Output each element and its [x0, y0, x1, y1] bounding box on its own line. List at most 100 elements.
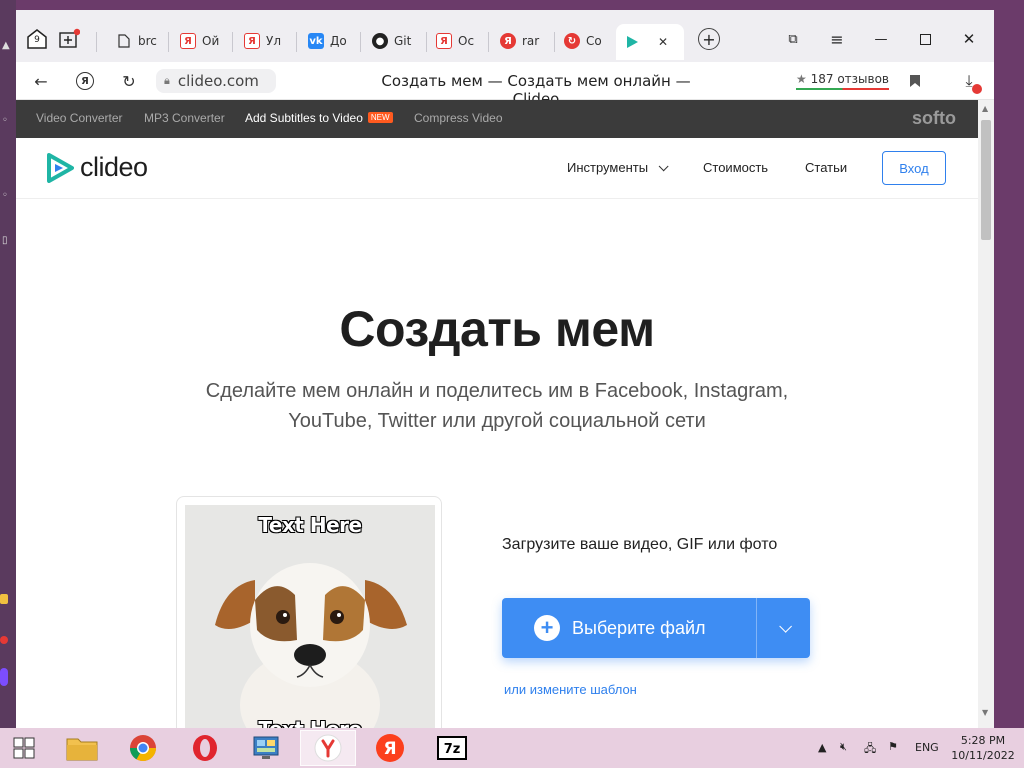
- taskbar-explorer[interactable]: [54, 730, 110, 766]
- network-icon[interactable]: 🖧: [864, 740, 876, 759]
- url-field[interactable]: 🔒︎ clideo.com: [156, 69, 276, 93]
- link-mp3-converter[interactable]: MP3 Converter: [144, 111, 225, 125]
- tab-yandex-3[interactable]: Я Ос: [436, 28, 482, 54]
- opera-icon: [193, 735, 217, 761]
- choose-file-label: Выберите файл: [572, 617, 706, 638]
- taskbar-control-panel[interactable]: [238, 730, 294, 766]
- bookmarks-panel-button[interactable]: ⧉: [780, 26, 806, 52]
- tab-label: До: [330, 34, 347, 48]
- clock[interactable]: 5:28 PM 10/11/2022: [950, 733, 1016, 763]
- tab-separator: [426, 32, 427, 52]
- desktop-icon: ▯: [2, 235, 8, 246]
- new-tab-button[interactable]: +: [696, 26, 722, 52]
- minimize-button[interactable]: —: [868, 26, 894, 52]
- desktop-icon: ▲: [2, 40, 10, 51]
- desktop-badge: [0, 594, 8, 604]
- tab-yandex-1[interactable]: Я Ой: [180, 28, 226, 54]
- clock-time: 5:28 PM: [960, 734, 1006, 747]
- yandex-button[interactable]: Я: [74, 70, 96, 92]
- taskbar-yandex-browser[interactable]: [300, 730, 356, 766]
- plus-circle-icon: +: [534, 615, 560, 641]
- maximize-button[interactable]: [912, 26, 938, 52]
- tab-yandex-2[interactable]: Я Ул: [244, 28, 290, 54]
- folder-icon: [66, 738, 98, 761]
- downloads-button[interactable]: ⤓: [958, 70, 982, 94]
- tab-label: Ос: [458, 34, 475, 48]
- tab-label: Ой: [202, 34, 220, 48]
- close-icon: ✕: [962, 30, 976, 48]
- reviews-button[interactable]: ★ 187 отзывов: [796, 72, 889, 90]
- reload-button[interactable]: ↻: [118, 70, 140, 92]
- refresh-badge-icon: ↻: [564, 33, 580, 49]
- tab-separator: [360, 32, 361, 52]
- tray-overflow-icon[interactable]: ▲: [818, 741, 826, 754]
- link-add-subtitles[interactable]: Add Subtitles to Video NEW: [245, 111, 393, 125]
- home-tabs-button[interactable]: 9: [24, 26, 50, 52]
- tab-yandex-4[interactable]: Я rar: [500, 28, 548, 54]
- taskbar-7zip[interactable]: 7z: [424, 730, 480, 766]
- page-scrollbar[interactable]: ▲ ▼: [978, 100, 994, 728]
- taskbar-yandex[interactable]: Я: [362, 730, 418, 766]
- tab-separator: [168, 32, 169, 52]
- tab-clideo-active[interactable]: ✕: [616, 24, 684, 60]
- github-icon: ●: [372, 33, 388, 49]
- upload-options-dropdown[interactable]: [757, 598, 810, 658]
- scroll-down-icon[interactable]: ▼: [982, 708, 988, 717]
- choose-file-button[interactable]: + Выберите файл: [502, 598, 756, 658]
- bookmark-panel-icon: ⧉: [788, 31, 798, 47]
- tab-bar: 9 brc Я Ой Я Ул vk До ● Git Я Ос Я rar ↻…: [16, 10, 994, 62]
- maximize-icon: [919, 33, 931, 45]
- taskbar-chrome[interactable]: [115, 730, 171, 766]
- address-bar: ← Я ↻ 🔒︎ clideo.com Создать мем — Создат…: [16, 62, 994, 108]
- input-language[interactable]: ENG: [915, 741, 939, 754]
- volume-muted-icon[interactable]: 🔇︎: [840, 740, 847, 754]
- menu-button[interactable]: ≡: [824, 26, 850, 52]
- back-button[interactable]: ←: [30, 70, 52, 92]
- hero-title: Создать мем: [339, 301, 655, 357]
- tab-github[interactable]: ● Git: [372, 28, 420, 54]
- new-badge: NEW: [367, 112, 393, 123]
- link-compress-video[interactable]: Compress Video: [414, 111, 503, 125]
- desktop-edge: ▲ ◦ ◦ ▯: [0, 0, 16, 730]
- yandex-browser-icon: [314, 734, 342, 762]
- svg-text:Я: Я: [383, 739, 396, 759]
- tab-close-icon[interactable]: ✕: [658, 35, 668, 49]
- yandex-icon: Я: [244, 33, 260, 49]
- close-window-button[interactable]: ✕: [956, 26, 982, 52]
- bookmark-icon: [910, 75, 920, 87]
- nav-pricing[interactable]: Стоимость: [703, 160, 768, 175]
- tab-label: rar: [522, 34, 540, 48]
- new-group-button[interactable]: [56, 26, 82, 52]
- desktop-icon: ◦: [2, 190, 8, 201]
- login-button[interactable]: Вход: [882, 151, 946, 185]
- softo-logo[interactable]: softo: [912, 108, 956, 129]
- nav-tools[interactable]: Инструменты: [567, 160, 669, 175]
- windows-icon: [13, 737, 35, 759]
- taskbar: Я 7z ▲ 🔇︎ 🖧 ⚑ ENG 5:28 PM 10/11/2022: [0, 728, 1024, 768]
- bookmark-button[interactable]: [904, 70, 926, 92]
- change-template-link[interactable]: или измените шаблон: [504, 682, 637, 697]
- start-button[interactable]: [0, 730, 48, 766]
- tab-other[interactable]: ↻ Со: [564, 28, 610, 54]
- link-video-converter[interactable]: Video Converter: [36, 111, 123, 125]
- yandex-circle-icon: Я: [76, 72, 94, 90]
- action-center-icon[interactable]: ⚑: [888, 740, 898, 753]
- tab-separator: [488, 32, 489, 52]
- nav-articles[interactable]: Статьи: [805, 160, 847, 175]
- archive-icon: 7z: [437, 736, 467, 760]
- tab-separator: [554, 32, 555, 52]
- nav-tools-label: Инструменты: [567, 160, 649, 175]
- taskbar-opera[interactable]: [177, 730, 233, 766]
- meme-preview-card: Text Here Text Here: [176, 496, 442, 728]
- yandex-icon: Я: [180, 33, 196, 49]
- scroll-up-icon[interactable]: ▲: [982, 104, 988, 113]
- document-icon: [116, 33, 132, 49]
- star-icon: ★: [796, 72, 807, 86]
- svg-text:7z: 7z: [444, 742, 461, 757]
- tab-vk[interactable]: vk До: [308, 28, 354, 54]
- logo-text: clideo: [80, 152, 148, 182]
- clideo-play-icon: [624, 34, 640, 50]
- scrollbar-thumb[interactable]: [981, 120, 991, 240]
- tab-brc[interactable]: brc: [116, 28, 162, 54]
- clideo-logo[interactable]: clideo: [46, 152, 148, 183]
